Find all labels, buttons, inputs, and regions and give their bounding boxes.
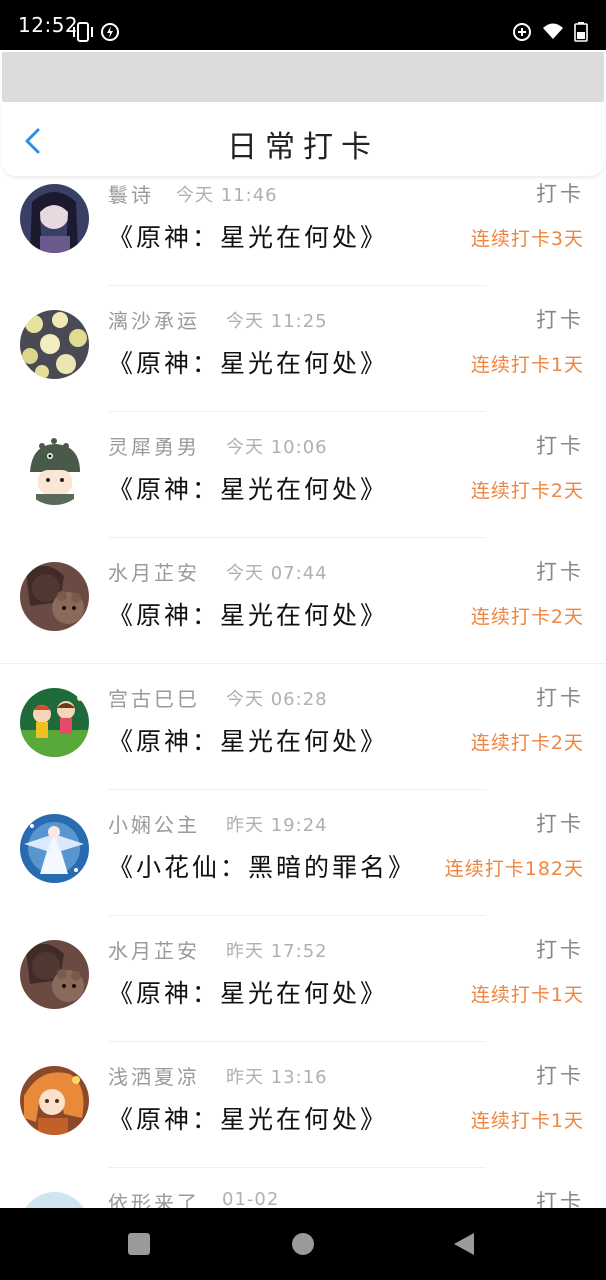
avatar[interactable] [20, 310, 89, 379]
avatar[interactable] [20, 688, 89, 757]
checkin-time: 昨天 19:24 [226, 815, 328, 836]
avatar[interactable] [20, 940, 89, 1009]
recents-square-icon[interactable] [127, 1232, 151, 1256]
avatar[interactable] [20, 1066, 89, 1135]
status-left-icons [72, 22, 120, 42]
avatar[interactable] [20, 436, 89, 505]
list-item[interactable]: 浅洒夏凉 昨天 13:16 《原神：星光在何处》 打卡 连续打卡1天 [0, 1042, 606, 1168]
username: 浅洒夏凉 [108, 1065, 200, 1089]
checkin-time: 今天 07:44 [226, 563, 328, 584]
system-nav-bar [0, 1208, 606, 1280]
username: 水月芷安 [108, 561, 200, 585]
username: 灵犀勇男 [108, 435, 200, 459]
streak-badge: 连续打卡1天 [470, 354, 584, 376]
list-item[interactable]: 水月芷安 昨天 17:52 《原神：星光在何处》 打卡 连续打卡1天 [0, 916, 606, 1042]
streak-badge: 连续打卡3天 [470, 228, 584, 250]
book-title: 《原神：星光在何处》 [108, 475, 389, 504]
header: 日常打卡 [2, 102, 604, 176]
status-right-icons [512, 22, 588, 42]
avatar[interactable] [20, 1192, 89, 1208]
status-time: 12:52 [18, 13, 79, 37]
username: 漓沙承运 [108, 309, 200, 333]
checkin-time: 昨天 13:16 [226, 1067, 328, 1088]
checkin-label: 打卡 [536, 182, 584, 206]
data-saver-icon [101, 23, 119, 41]
checkin-label: 打卡 [536, 812, 584, 836]
page-title: 日常打卡 [227, 130, 379, 165]
list-item[interactable]: 水月芷安 今天 07:44 《原神：星光在何处》 打卡 连续打卡2天 [0, 538, 606, 664]
book-title: 《原神：星光在何处》 [108, 601, 389, 630]
list-item[interactable]: 鬟诗 今天 11:46 《原神：星光在何处》 打卡 连续打卡3天 [0, 178, 606, 286]
username: 宫古巳巳 [108, 687, 200, 711]
checkin-time: 今天 06:28 [226, 689, 328, 710]
checkin-label: 打卡 [536, 1064, 584, 1088]
book-title: 《原神：星光在何处》 [108, 727, 389, 756]
gray-banner [2, 52, 604, 102]
checkin-label: 打卡 [536, 560, 584, 584]
avatar[interactable] [20, 814, 89, 883]
wifi-icon [543, 23, 563, 39]
checkin-time: 昨天 17:52 [226, 941, 328, 962]
checkin-time: 今天 11:46 [176, 185, 278, 206]
book-title: 《小花仙：黑暗的罪名》 [108, 853, 417, 882]
checkin-time: 今天 11:25 [226, 311, 328, 332]
book-title: 《原神：星光在何处》 [108, 349, 389, 378]
vibrate-icon [73, 22, 93, 42]
checkin-label: 打卡 [536, 1190, 584, 1208]
checkin-time: 01-02 [222, 1189, 280, 1208]
avatar[interactable] [20, 562, 89, 631]
checkin-label: 打卡 [536, 308, 584, 332]
battery-icon [574, 22, 588, 42]
status-bar: 12:52 [0, 0, 606, 50]
list-item[interactable]: 小娴公主 昨天 19:24 《小花仙：黑暗的罪名》 打卡 连续打卡182天 [0, 790, 606, 916]
username: 水月芷安 [108, 939, 200, 963]
list-item[interactable]: 宫古巳巳 今天 06:28 《原神：星光在何处》 打卡 连续打卡2天 [0, 664, 606, 790]
checkin-list[interactable]: 鬟诗 今天 11:46 《原神：星光在何处》 打卡 连续打卡3天 漓沙承运 今天… [0, 178, 606, 1208]
back-triangle-icon[interactable] [452, 1232, 476, 1256]
checkin-label: 打卡 [536, 686, 584, 710]
streak-badge: 连续打卡2天 [470, 732, 584, 754]
username: 小娴公主 [108, 813, 200, 837]
checkin-label: 打卡 [536, 938, 584, 962]
book-title: 《原神：星光在何处》 [108, 1105, 389, 1134]
avatar[interactable] [20, 184, 89, 253]
list-item[interactable]: 灵犀勇男 今天 10:06 《原神：星光在何处》 打卡 连续打卡2天 [0, 412, 606, 538]
streak-badge: 连续打卡2天 [470, 480, 584, 502]
streak-badge: 连续打卡1天 [470, 984, 584, 1006]
streak-badge: 连续打卡182天 [444, 858, 584, 880]
streak-badge: 连续打卡1天 [470, 1110, 584, 1132]
streak-badge: 连续打卡2天 [470, 606, 584, 628]
book-title: 《原神：星光在何处》 [108, 223, 389, 252]
checkin-label: 打卡 [536, 434, 584, 458]
list-item[interactable]: 漓沙承运 今天 11:25 《原神：星光在何处》 打卡 连续打卡1天 [0, 286, 606, 412]
home-circle-icon[interactable] [291, 1232, 315, 1256]
checkin-time: 今天 10:06 [226, 437, 328, 458]
username: 鬟诗 [108, 183, 154, 207]
username: 依形来了 [108, 1191, 200, 1208]
book-title: 《原神：星光在何处》 [108, 979, 389, 1008]
list-item[interactable]: 依形来了 01-02 打卡 [0, 1168, 606, 1208]
add-circle-icon [513, 23, 531, 41]
